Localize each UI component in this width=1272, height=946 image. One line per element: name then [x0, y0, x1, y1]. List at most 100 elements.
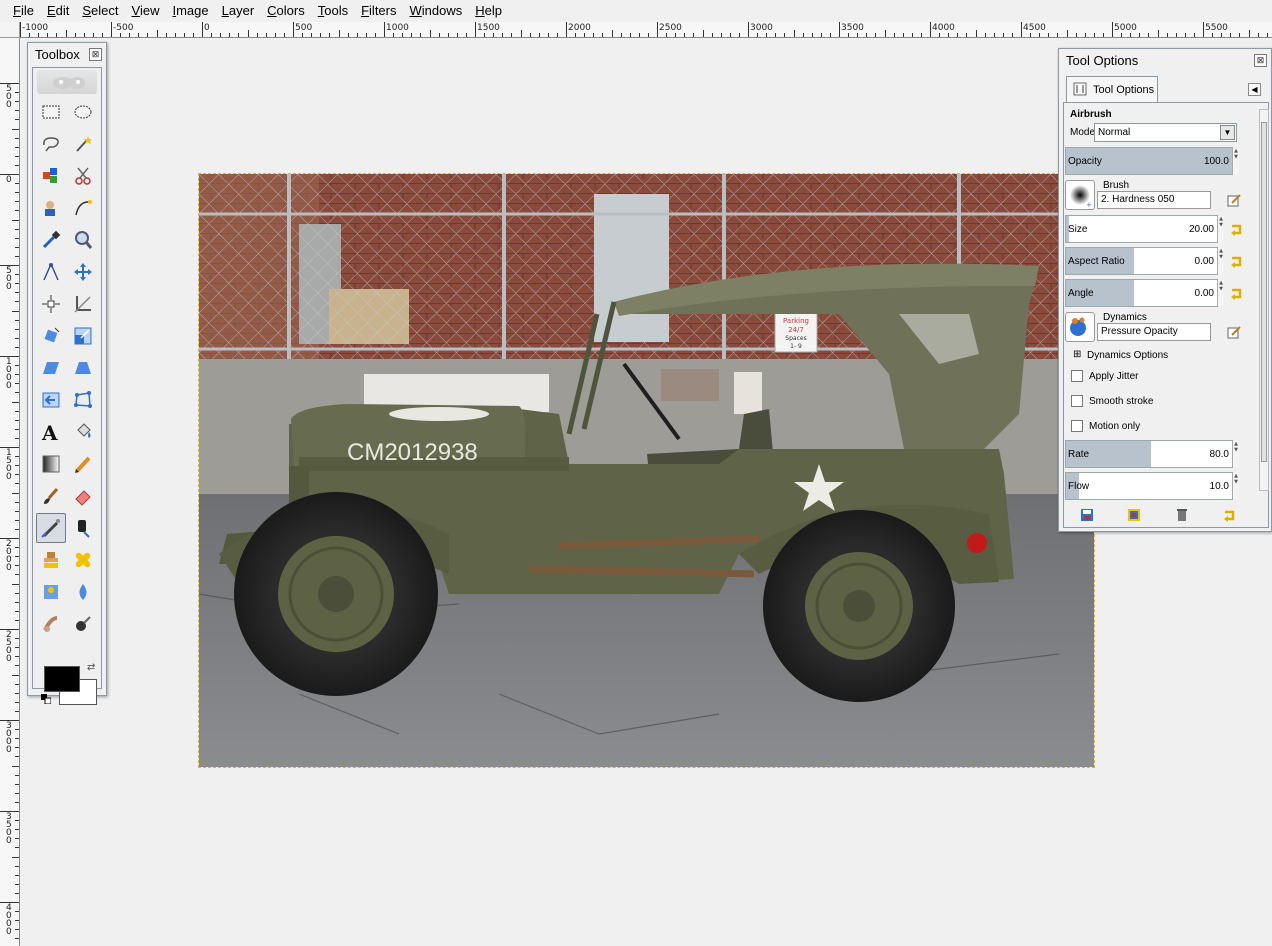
- rect-select-icon[interactable]: [36, 97, 66, 127]
- close-icon[interactable]: ⊠: [89, 47, 102, 61]
- size-reset-icon[interactable]: [1229, 222, 1243, 236]
- cage-transform-icon[interactable]: [68, 385, 98, 415]
- ink-tool-icon[interactable]: [68, 513, 98, 543]
- lasso-select-icon[interactable]: [36, 129, 66, 159]
- menu-windows[interactable]: Windows: [403, 0, 469, 22]
- menu-help[interactable]: Help: [468, 0, 508, 22]
- blur-tool-icon[interactable]: [68, 577, 98, 607]
- text-tool-icon[interactable]: A: [36, 417, 66, 447]
- brush-name-field[interactable]: 2. Hardness 050: [1097, 191, 1211, 209]
- menu-edit[interactable]: Edit: [40, 0, 75, 22]
- perspective-clone-icon[interactable]: [36, 577, 66, 607]
- menu-view[interactable]: View: [125, 0, 166, 22]
- blend-tool-icon[interactable]: [36, 449, 66, 479]
- ruler-v-minor-tick: [15, 847, 19, 849]
- rotate-tool-icon[interactable]: [36, 321, 66, 351]
- size-spin-icon[interactable]: ▲ ▼: [1217, 216, 1224, 242]
- menu-image[interactable]: Image: [165, 0, 214, 22]
- angle-reset-icon[interactable]: [1229, 286, 1243, 300]
- opacity-slider[interactable]: Opacity 100.0 ▲ ▼: [1065, 147, 1239, 175]
- smudge-tool-icon[interactable]: [36, 609, 66, 639]
- menu-colors[interactable]: Colors: [260, 0, 311, 22]
- foreground-color-swatch[interactable]: [44, 666, 80, 692]
- clone-tool-icon[interactable]: [36, 545, 66, 575]
- rate-spin-icon[interactable]: ▲ ▼: [1232, 441, 1239, 467]
- angle-spin-icon[interactable]: ▲ ▼: [1217, 280, 1224, 306]
- shear-tool-icon[interactable]: [36, 353, 66, 383]
- jeep-photo: Reserved Parking 24/7 Spaces 1- 9 CM2012…: [199, 174, 1094, 767]
- airbrush-tool-icon[interactable]: [36, 513, 66, 543]
- bucket-fill-icon[interactable]: [68, 417, 98, 447]
- close-icon[interactable]: ⊠: [1254, 53, 1267, 67]
- ruler-v-minor-tick: [15, 155, 19, 157]
- tool-options-titlebar[interactable]: Tool Options ⊠: [1059, 49, 1271, 71]
- tab-tool-options[interactable]: Tool Options: [1066, 76, 1158, 103]
- aspect-ratio-slider[interactable]: Aspect Ratio 0.00 ▲ ▼: [1065, 247, 1224, 275]
- smooth-stroke-checkbox[interactable]: [1071, 395, 1083, 407]
- menu-filters[interactable]: Filters: [354, 0, 402, 22]
- ruler-v-minor-tick: [15, 183, 19, 185]
- dynamics-name-field[interactable]: Pressure Opacity: [1097, 323, 1211, 341]
- tab-menu-icon[interactable]: ◀: [1248, 83, 1261, 96]
- angle-slider[interactable]: Angle 0.00 ▲ ▼: [1065, 279, 1224, 307]
- scissors-select-icon[interactable]: [68, 161, 98, 191]
- wilber-logo-icon[interactable]: [37, 70, 97, 94]
- zoom-tool-icon[interactable]: [68, 225, 98, 255]
- color-picker-icon[interactable]: [36, 225, 66, 255]
- ellipse-select-icon[interactable]: [68, 97, 98, 127]
- menu-select[interactable]: Select: [75, 0, 124, 22]
- ruler-v-minor-tick: [15, 237, 19, 239]
- reset-options-icon[interactable]: [1222, 508, 1236, 522]
- delete-options-icon[interactable]: [1175, 508, 1189, 522]
- menu-layer[interactable]: Layer: [215, 0, 261, 22]
- motion-only-checkbox[interactable]: [1071, 420, 1083, 432]
- paths-tool-icon[interactable]: [68, 193, 98, 223]
- measure-tool-icon[interactable]: [36, 257, 66, 287]
- dodge-burn-icon[interactable]: [68, 609, 98, 639]
- select-by-color-icon[interactable]: [36, 161, 66, 191]
- mode-select[interactable]: Normal ▼: [1094, 123, 1237, 142]
- edit-brush-icon[interactable]: [1227, 193, 1241, 207]
- scrollbar-thumb[interactable]: [1261, 122, 1267, 462]
- move-tool-icon[interactable]: [68, 257, 98, 287]
- crop-tool-icon[interactable]: [68, 289, 98, 319]
- vertical-ruler[interactable]: 500 0 500 1000 1500 2000 2500 3000 3500 4000: [0, 38, 20, 946]
- toolbox-titlebar[interactable]: Toolbox ⊠: [28, 43, 106, 65]
- ruler-corner[interactable]: [0, 22, 20, 38]
- eraser-tool-icon[interactable]: [68, 481, 98, 511]
- horizontal-ruler[interactable]: -1000 -500 0 500 1000 1500 2000 2500 3000 3500 400…: [20, 22, 1272, 38]
- swap-colors-icon[interactable]: ⇄: [87, 662, 95, 673]
- expand-plus-icon[interactable]: ⊞: [1073, 349, 1081, 360]
- apply-jitter-checkbox[interactable]: [1071, 370, 1083, 382]
- image-canvas[interactable]: Reserved Parking 24/7 Spaces 1- 9 CM2012…: [199, 174, 1094, 767]
- opacity-spin-icon[interactable]: ▲ ▼: [1232, 148, 1239, 174]
- tool-options-scrollbar[interactable]: [1259, 109, 1269, 491]
- fuzzy-select-icon[interactable]: [68, 129, 98, 159]
- align-tool-icon[interactable]: [36, 289, 66, 319]
- flip-tool-icon[interactable]: [36, 385, 66, 415]
- dynamics-preview-button[interactable]: [1065, 312, 1095, 342]
- menu-tools[interactable]: Tools: [311, 0, 354, 22]
- size-slider[interactable]: Size 20.00 ▲ ▼: [1065, 215, 1224, 243]
- heal-tool-icon[interactable]: [68, 545, 98, 575]
- menu-file[interactable]: File: [6, 0, 40, 22]
- ruler-h-minor-tick: [1257, 33, 1259, 37]
- chevron-down-icon[interactable]: ▼: [1220, 125, 1235, 140]
- foreground-select-icon[interactable]: [36, 193, 66, 223]
- scale-tool-icon[interactable]: [68, 321, 98, 351]
- restore-options-icon[interactable]: [1127, 508, 1141, 522]
- paintbrush-tool-icon[interactable]: [36, 481, 66, 511]
- flow-slider[interactable]: Flow 10.0 ▲ ▼: [1065, 472, 1239, 500]
- aspect-ratio-reset-icon[interactable]: [1229, 254, 1243, 268]
- rate-slider[interactable]: Rate 80.0 ▲ ▼: [1065, 440, 1239, 468]
- dynamics-options-expander[interactable]: Dynamics Options: [1087, 350, 1168, 361]
- default-colors-icon[interactable]: [41, 694, 52, 705]
- brush-preview-button[interactable]: +: [1065, 180, 1095, 210]
- edit-dynamics-icon[interactable]: [1227, 325, 1241, 339]
- aspect-ratio-spin-icon[interactable]: ▲ ▼: [1217, 248, 1224, 274]
- pencil-tool-icon[interactable]: [68, 449, 98, 479]
- flow-spin-icon[interactable]: ▲ ▼: [1232, 473, 1239, 499]
- ruler-h-minor-tick: [693, 33, 695, 37]
- perspective-tool-icon[interactable]: [68, 353, 98, 383]
- save-options-icon[interactable]: [1080, 508, 1094, 522]
